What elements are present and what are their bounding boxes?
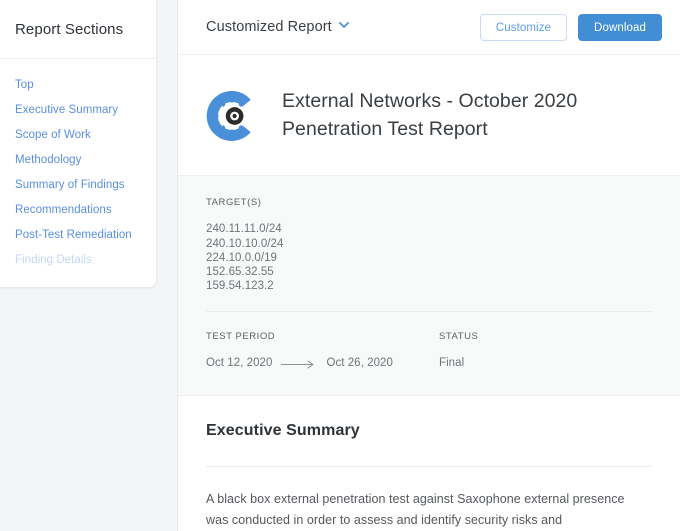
status-label: STATUS — [439, 331, 479, 343]
report-meta-panel: TARGET(S) 240.11.11.0/24 240.10.10.0/24 … — [178, 175, 680, 396]
target-item: 152.65.32.55 — [206, 265, 274, 278]
meta-row: TEST PERIOD Oct 12, 2020 Oct 26, 2020 ST… — [206, 331, 652, 370]
report-sections-sidebar: Report Sections Top Executive Summary Sc… — [0, 0, 156, 287]
sidebar-title: Report Sections — [15, 20, 124, 38]
executive-summary-section: Executive Summary A black box external p… — [178, 396, 680, 531]
report-type-dropdown[interactable]: Customized Report — [206, 19, 349, 35]
test-period-block: TEST PERIOD Oct 12, 2020 Oct 26, 2020 — [206, 331, 439, 370]
report-main-panel: Customized Report Customize Download Ext… — [177, 0, 680, 531]
report-title-block: External Networks - October 2020 Penetra… — [178, 55, 680, 175]
report-toolbar: Customized Report Customize Download — [178, 0, 680, 55]
section-heading: Executive Summary — [206, 421, 360, 439]
sidebar-item-post-test-remediation[interactable]: Post-Test Remediation — [0, 223, 156, 248]
test-period-start: Oct 12, 2020 — [206, 357, 273, 370]
target-item: 240.11.11.0/24 — [206, 223, 282, 236]
sidebar-item-executive-summary[interactable]: Executive Summary — [0, 98, 156, 123]
sidebar-item-summary-of-findings[interactable]: Summary of Findings — [0, 173, 156, 198]
status-block: STATUS Final — [439, 331, 652, 370]
sidebar-header: Report Sections — [0, 0, 156, 59]
toolbar-actions: Customize Download — [479, 13, 662, 41]
target-item: 159.54.123.2 — [206, 280, 274, 293]
test-period-end: Oct 26, 2020 — [326, 357, 393, 370]
test-period-label: TEST PERIOD — [206, 331, 276, 343]
sidebar-nav: Top Executive Summary Scope of Work Meth… — [0, 59, 156, 287]
gear-eye-logo-icon — [206, 90, 258, 142]
chevron-down-icon — [338, 20, 349, 29]
page-title: External Networks - October 2020 Penetra… — [282, 90, 578, 140]
download-button[interactable]: Download — [578, 13, 662, 41]
sidebar-item-methodology[interactable]: Methodology — [0, 148, 156, 173]
sidebar-item-top[interactable]: Top — [0, 73, 156, 98]
meta-divider — [206, 311, 652, 313]
test-period-values: Oct 12, 2020 Oct 26, 2020 — [206, 356, 439, 370]
sidebar-item-scope-of-work[interactable]: Scope of Work — [0, 123, 156, 148]
targets-list: 240.11.11.0/24 240.10.10.0/24 224.10.0.0… — [206, 222, 652, 293]
sidebar-item-finding-details: Finding Details — [15, 254, 92, 266]
section-body-text: A black box external penetration test ag… — [206, 491, 625, 528]
sidebar-item-recommendations[interactable]: Recommendations — [0, 198, 156, 223]
target-item: 240.10.10.0/24 — [206, 237, 284, 250]
customize-button[interactable]: Customize — [479, 13, 568, 41]
target-item: 224.10.0.0/19 — [206, 251, 277, 264]
section-divider — [206, 465, 652, 467]
arrow-right-icon — [281, 360, 317, 369]
report-type-label: Customized Report — [206, 19, 332, 35]
targets-label: TARGET(S) — [206, 197, 262, 209]
status-badge: Final — [439, 357, 465, 370]
